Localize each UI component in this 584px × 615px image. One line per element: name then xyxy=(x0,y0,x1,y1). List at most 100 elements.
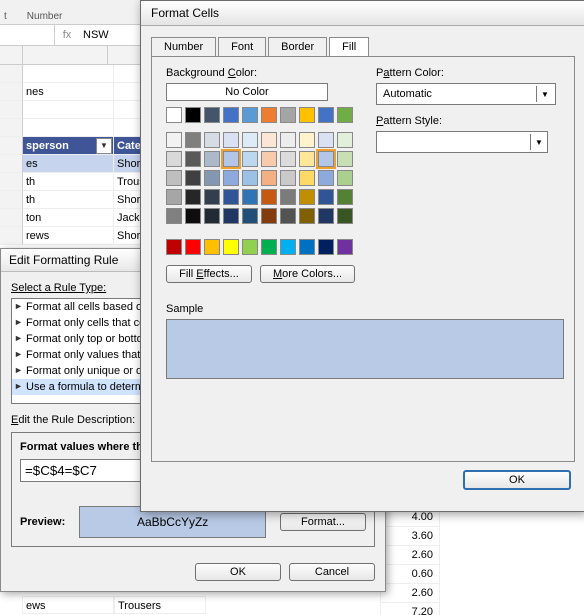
color-swatch[interactable] xyxy=(223,132,239,148)
color-swatch[interactable] xyxy=(299,132,315,148)
color-swatch[interactable] xyxy=(337,208,353,224)
color-swatch[interactable] xyxy=(280,239,296,255)
tab-number[interactable]: Number xyxy=(151,37,216,57)
filter-dropdown-icon[interactable]: ▼ xyxy=(96,138,112,154)
color-swatch[interactable] xyxy=(242,151,258,167)
color-swatch[interactable] xyxy=(318,208,334,224)
cell[interactable]: ews xyxy=(22,596,114,614)
color-swatch[interactable] xyxy=(204,151,220,167)
tab-border[interactable]: Border xyxy=(268,37,327,57)
color-swatch[interactable] xyxy=(280,208,296,224)
table-header-salesperson[interactable]: sperson▼ xyxy=(23,137,114,155)
pattern-style-dropdown[interactable]: ▼ xyxy=(376,131,548,153)
color-swatch[interactable] xyxy=(223,107,239,123)
color-swatch[interactable] xyxy=(185,189,201,205)
color-swatch[interactable] xyxy=(185,107,201,123)
color-swatch[interactable] xyxy=(166,151,182,167)
color-swatch[interactable] xyxy=(318,151,334,167)
tab-fill[interactable]: Fill xyxy=(329,37,369,57)
color-swatch[interactable] xyxy=(299,151,315,167)
color-swatch[interactable] xyxy=(280,107,296,123)
cell[interactable]: 3.60 xyxy=(380,527,440,546)
fx-icon[interactable]: fx xyxy=(55,29,79,41)
color-swatch[interactable] xyxy=(223,189,239,205)
color-swatch[interactable] xyxy=(204,132,220,148)
color-swatch[interactable] xyxy=(299,208,315,224)
color-swatch[interactable] xyxy=(337,107,353,123)
color-swatch[interactable] xyxy=(242,132,258,148)
sample-label: Sample xyxy=(166,303,564,315)
pattern-color-dropdown[interactable]: Automatic ▼ xyxy=(376,83,556,105)
col-header-blank[interactable] xyxy=(23,46,108,64)
chevron-down-icon[interactable]: ▼ xyxy=(536,86,553,102)
color-swatch[interactable] xyxy=(280,151,296,167)
color-swatch[interactable] xyxy=(318,189,334,205)
fill-effects-button[interactable]: Fill Effects... xyxy=(166,265,252,283)
color-swatch[interactable] xyxy=(299,107,315,123)
color-swatch[interactable] xyxy=(261,132,277,148)
color-swatch[interactable] xyxy=(242,239,258,255)
color-swatch[interactable] xyxy=(337,189,353,205)
color-swatch[interactable] xyxy=(204,208,220,224)
color-swatch[interactable] xyxy=(185,208,201,224)
color-swatch[interactable] xyxy=(204,107,220,123)
cell[interactable]: 7.20 xyxy=(380,603,440,615)
color-swatch[interactable] xyxy=(242,189,258,205)
color-swatch[interactable] xyxy=(185,132,201,148)
color-swatch[interactable] xyxy=(166,107,182,123)
color-swatch[interactable] xyxy=(261,239,277,255)
color-swatch[interactable] xyxy=(166,239,182,255)
ok-button[interactable]: OK xyxy=(463,470,571,490)
color-swatch[interactable] xyxy=(318,132,334,148)
color-swatch[interactable] xyxy=(204,239,220,255)
color-swatch[interactable] xyxy=(166,208,182,224)
color-swatch[interactable] xyxy=(185,239,201,255)
color-swatch[interactable] xyxy=(242,170,258,186)
cell[interactable]: 0.60 xyxy=(380,565,440,584)
dialog-title: Format Cells xyxy=(141,1,584,26)
name-box[interactable] xyxy=(0,25,55,45)
color-swatch[interactable] xyxy=(280,189,296,205)
cell[interactable]: Trousers xyxy=(114,596,206,614)
ok-button[interactable]: OK xyxy=(195,563,281,581)
color-swatch[interactable] xyxy=(223,239,239,255)
title-cell[interactable]: nes xyxy=(23,83,114,101)
color-swatch[interactable] xyxy=(280,170,296,186)
format-button[interactable]: Format... xyxy=(280,513,366,531)
no-color-button[interactable]: No Color xyxy=(166,83,328,101)
color-swatch[interactable] xyxy=(223,170,239,186)
color-swatch[interactable] xyxy=(318,239,334,255)
color-swatch[interactable] xyxy=(223,151,239,167)
color-swatch[interactable] xyxy=(223,208,239,224)
color-swatch[interactable] xyxy=(261,170,277,186)
color-swatch[interactable] xyxy=(299,189,315,205)
color-swatch[interactable] xyxy=(299,170,315,186)
color-swatch[interactable] xyxy=(204,170,220,186)
color-swatch[interactable] xyxy=(166,132,182,148)
color-swatch[interactable] xyxy=(242,208,258,224)
color-swatch[interactable] xyxy=(261,151,277,167)
color-swatch[interactable] xyxy=(280,132,296,148)
cell[interactable]: 2.60 xyxy=(380,584,440,603)
color-swatch[interactable] xyxy=(185,151,201,167)
tab-font[interactable]: Font xyxy=(218,37,266,57)
color-swatch[interactable] xyxy=(337,151,353,167)
color-swatch[interactable] xyxy=(261,208,277,224)
color-swatch[interactable] xyxy=(166,170,182,186)
color-swatch[interactable] xyxy=(318,107,334,123)
chevron-down-icon[interactable]: ▼ xyxy=(530,134,547,150)
color-swatch[interactable] xyxy=(318,170,334,186)
color-swatch[interactable] xyxy=(337,132,353,148)
cancel-button[interactable]: Cancel xyxy=(289,563,375,581)
color-swatch[interactable] xyxy=(337,239,353,255)
color-swatch[interactable] xyxy=(166,189,182,205)
more-colors-button[interactable]: More Colors... xyxy=(260,265,355,283)
color-swatch[interactable] xyxy=(204,189,220,205)
color-swatch[interactable] xyxy=(299,239,315,255)
color-swatch[interactable] xyxy=(261,107,277,123)
color-swatch[interactable] xyxy=(242,107,258,123)
color-swatch[interactable] xyxy=(261,189,277,205)
color-swatch[interactable] xyxy=(185,170,201,186)
color-swatch[interactable] xyxy=(337,170,353,186)
cell[interactable]: 2.60 xyxy=(380,546,440,565)
